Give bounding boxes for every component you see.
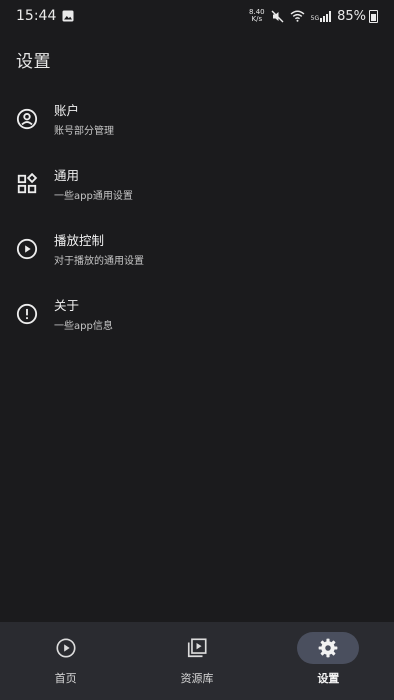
- bottom-navigation: 首页 资源库 设置: [0, 622, 394, 700]
- page-title: 设置: [16, 52, 51, 72]
- gear-icon: [318, 638, 338, 658]
- nav-item-library[interactable]: 资源库: [131, 622, 262, 700]
- battery: 85%: [337, 9, 378, 24]
- battery-level: 85%: [337, 8, 366, 24]
- menu-item-account[interactable]: 账户 账号部分管理: [0, 86, 394, 151]
- settings-menu: 账户 账号部分管理 通用 一些app通用设置 播放控制 对于播放的通用设置 关于…: [0, 86, 394, 346]
- menu-item-playback[interactable]: 播放控制 对于播放的通用设置: [0, 216, 394, 281]
- play-circle-icon: [56, 638, 76, 658]
- nav-pill: [35, 632, 97, 664]
- menu-item-about[interactable]: 关于 一些app信息: [0, 281, 394, 346]
- nav-label: 设置: [317, 672, 340, 685]
- status-time: 15:44: [16, 8, 57, 24]
- net-speed-unit: K/s: [251, 15, 263, 23]
- nav-pill-active: [297, 632, 360, 664]
- menu-item-title: 关于: [54, 298, 80, 313]
- menu-item-subtitle: 一些app信息: [54, 321, 113, 332]
- video-library-icon: [187, 638, 207, 658]
- signal-icon: 5G: [310, 10, 332, 22]
- nav-pill: [166, 632, 228, 664]
- battery-icon: [369, 9, 378, 23]
- menu-item-subtitle: 对于播放的通用设置: [54, 256, 144, 267]
- nav-item-settings[interactable]: 设置: [263, 622, 394, 700]
- image-icon: [62, 10, 74, 22]
- menu-item-title: 播放控制: [54, 233, 105, 248]
- account-icon: [16, 108, 38, 129]
- wifi-icon: [290, 10, 305, 22]
- menu-item-general[interactable]: 通用 一些app通用设置: [0, 151, 394, 216]
- menu-item-subtitle: 账号部分管理: [54, 126, 114, 137]
- net-speed: 8.40 K/s: [249, 9, 265, 23]
- menu-item-subtitle: 一些app通用设置: [54, 191, 133, 202]
- nav-label: 资源库: [180, 672, 214, 685]
- menu-item-title: 账户: [54, 103, 80, 118]
- status-bar: 15:44 8.40 K/s 5G 85%: [0, 0, 394, 32]
- nav-item-home[interactable]: 首页: [0, 622, 131, 700]
- play-circle-icon: [16, 238, 38, 259]
- nav-label: 首页: [54, 672, 77, 685]
- widgets-icon: [17, 172, 38, 193]
- info-icon: [16, 303, 38, 324]
- menu-item-title: 通用: [54, 168, 80, 183]
- network-type: 5G: [310, 14, 320, 22]
- mute-icon: [271, 10, 284, 22]
